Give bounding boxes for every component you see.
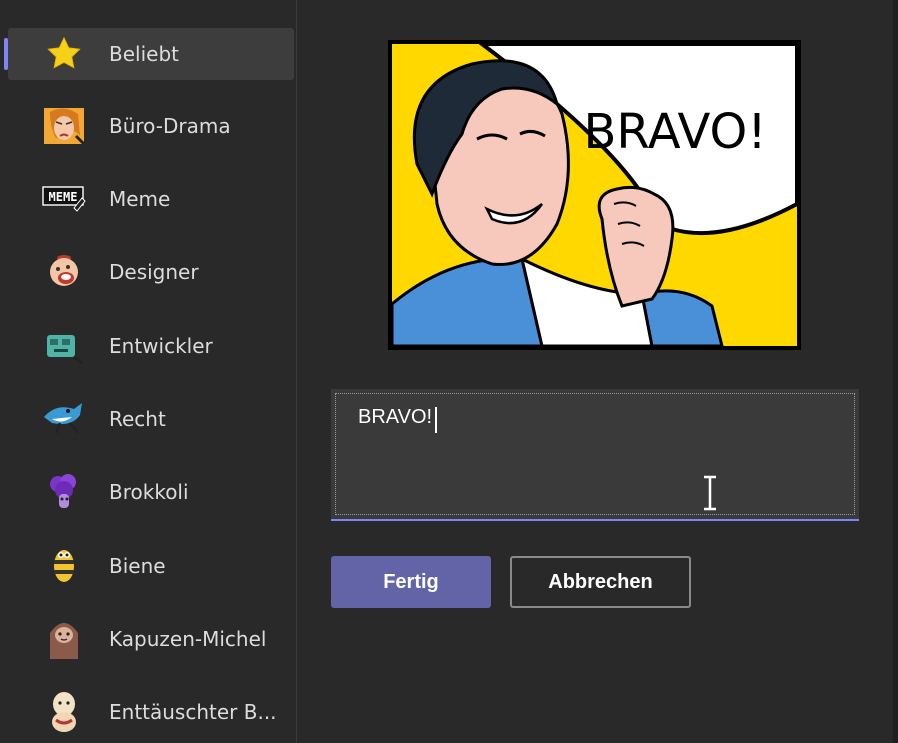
sidebar-item-label: Biene <box>109 554 166 578</box>
sidebar-item-enttaeuschter[interactable]: Enttäuschter B... <box>8 686 294 738</box>
sidebar-item-label: Entwickler <box>109 334 213 358</box>
selection-indicator <box>4 38 8 70</box>
caption-textbox[interactable]: BRAVO! <box>331 389 859 521</box>
done-button[interactable]: Fertig <box>331 556 491 608</box>
sidebar-item-label: Designer <box>109 260 199 284</box>
sidebar-item-meme[interactable]: MEME Meme <box>8 173 294 225</box>
sidebar-item-label: Brokkoli <box>109 480 189 504</box>
sidebar-item-label: Büro-Drama <box>109 114 231 138</box>
hooded-sloth-sticker-icon <box>40 615 88 663</box>
designer-sticker-icon <box>40 248 88 296</box>
disappointed-sticker-icon <box>40 688 88 736</box>
sidebar-item-label: Kapuzen-Michel <box>109 627 267 651</box>
cancel-button[interactable]: Abbrechen <box>510 556 691 608</box>
sidebar-item-recht[interactable]: Recht <box>8 393 294 445</box>
sticker-category-list: Beliebt Büro-Drama MEME Meme Designer En… <box>0 0 297 743</box>
sidebar-item-label: Meme <box>109 187 171 211</box>
bravo-comic-illustration: BRAVO! <box>390 42 799 348</box>
office-drama-sticker-icon <box>40 102 88 150</box>
svg-text:MEME: MEME <box>49 190 78 204</box>
broccoli-sticker-icon <box>40 468 88 516</box>
speech-bubble-text: BRAVO! <box>583 104 766 160</box>
sidebar-item-label: Recht <box>109 407 166 431</box>
background-window-edge <box>893 0 898 743</box>
sidebar-item-beliebt[interactable]: Beliebt <box>4 28 294 80</box>
shark-sticker-icon <box>40 395 88 443</box>
sidebar-item-designer[interactable]: Designer <box>8 246 294 298</box>
text-caret <box>435 407 437 433</box>
sidebar-item-biene[interactable]: Biene <box>8 540 294 592</box>
sticker-dialog: Beliebt Büro-Drama MEME Meme Designer En… <box>0 0 893 743</box>
sidebar-item-label: Enttäuschter B... <box>109 700 277 724</box>
sidebar-item-brokkoli[interactable]: Brokkoli <box>8 466 294 518</box>
sidebar-item-label: Beliebt <box>109 42 179 66</box>
sticker-preview: BRAVO! <box>388 40 801 350</box>
developer-sticker-icon <box>40 322 88 370</box>
caption-input-text[interactable]: BRAVO! <box>358 406 432 429</box>
ibeam-cursor-icon <box>704 475 716 511</box>
bee-sticker-icon <box>40 542 88 590</box>
sidebar-item-kapuzen-michel[interactable]: Kapuzen-Michel <box>8 613 294 665</box>
caption-focus-outline: BRAVO! <box>335 393 855 515</box>
sidebar-item-entwickler[interactable]: Entwickler <box>8 320 294 372</box>
sidebar-item-buero-drama[interactable]: Büro-Drama <box>8 100 294 152</box>
meme-sticker-icon: MEME <box>40 175 88 223</box>
star-icon <box>40 30 88 78</box>
